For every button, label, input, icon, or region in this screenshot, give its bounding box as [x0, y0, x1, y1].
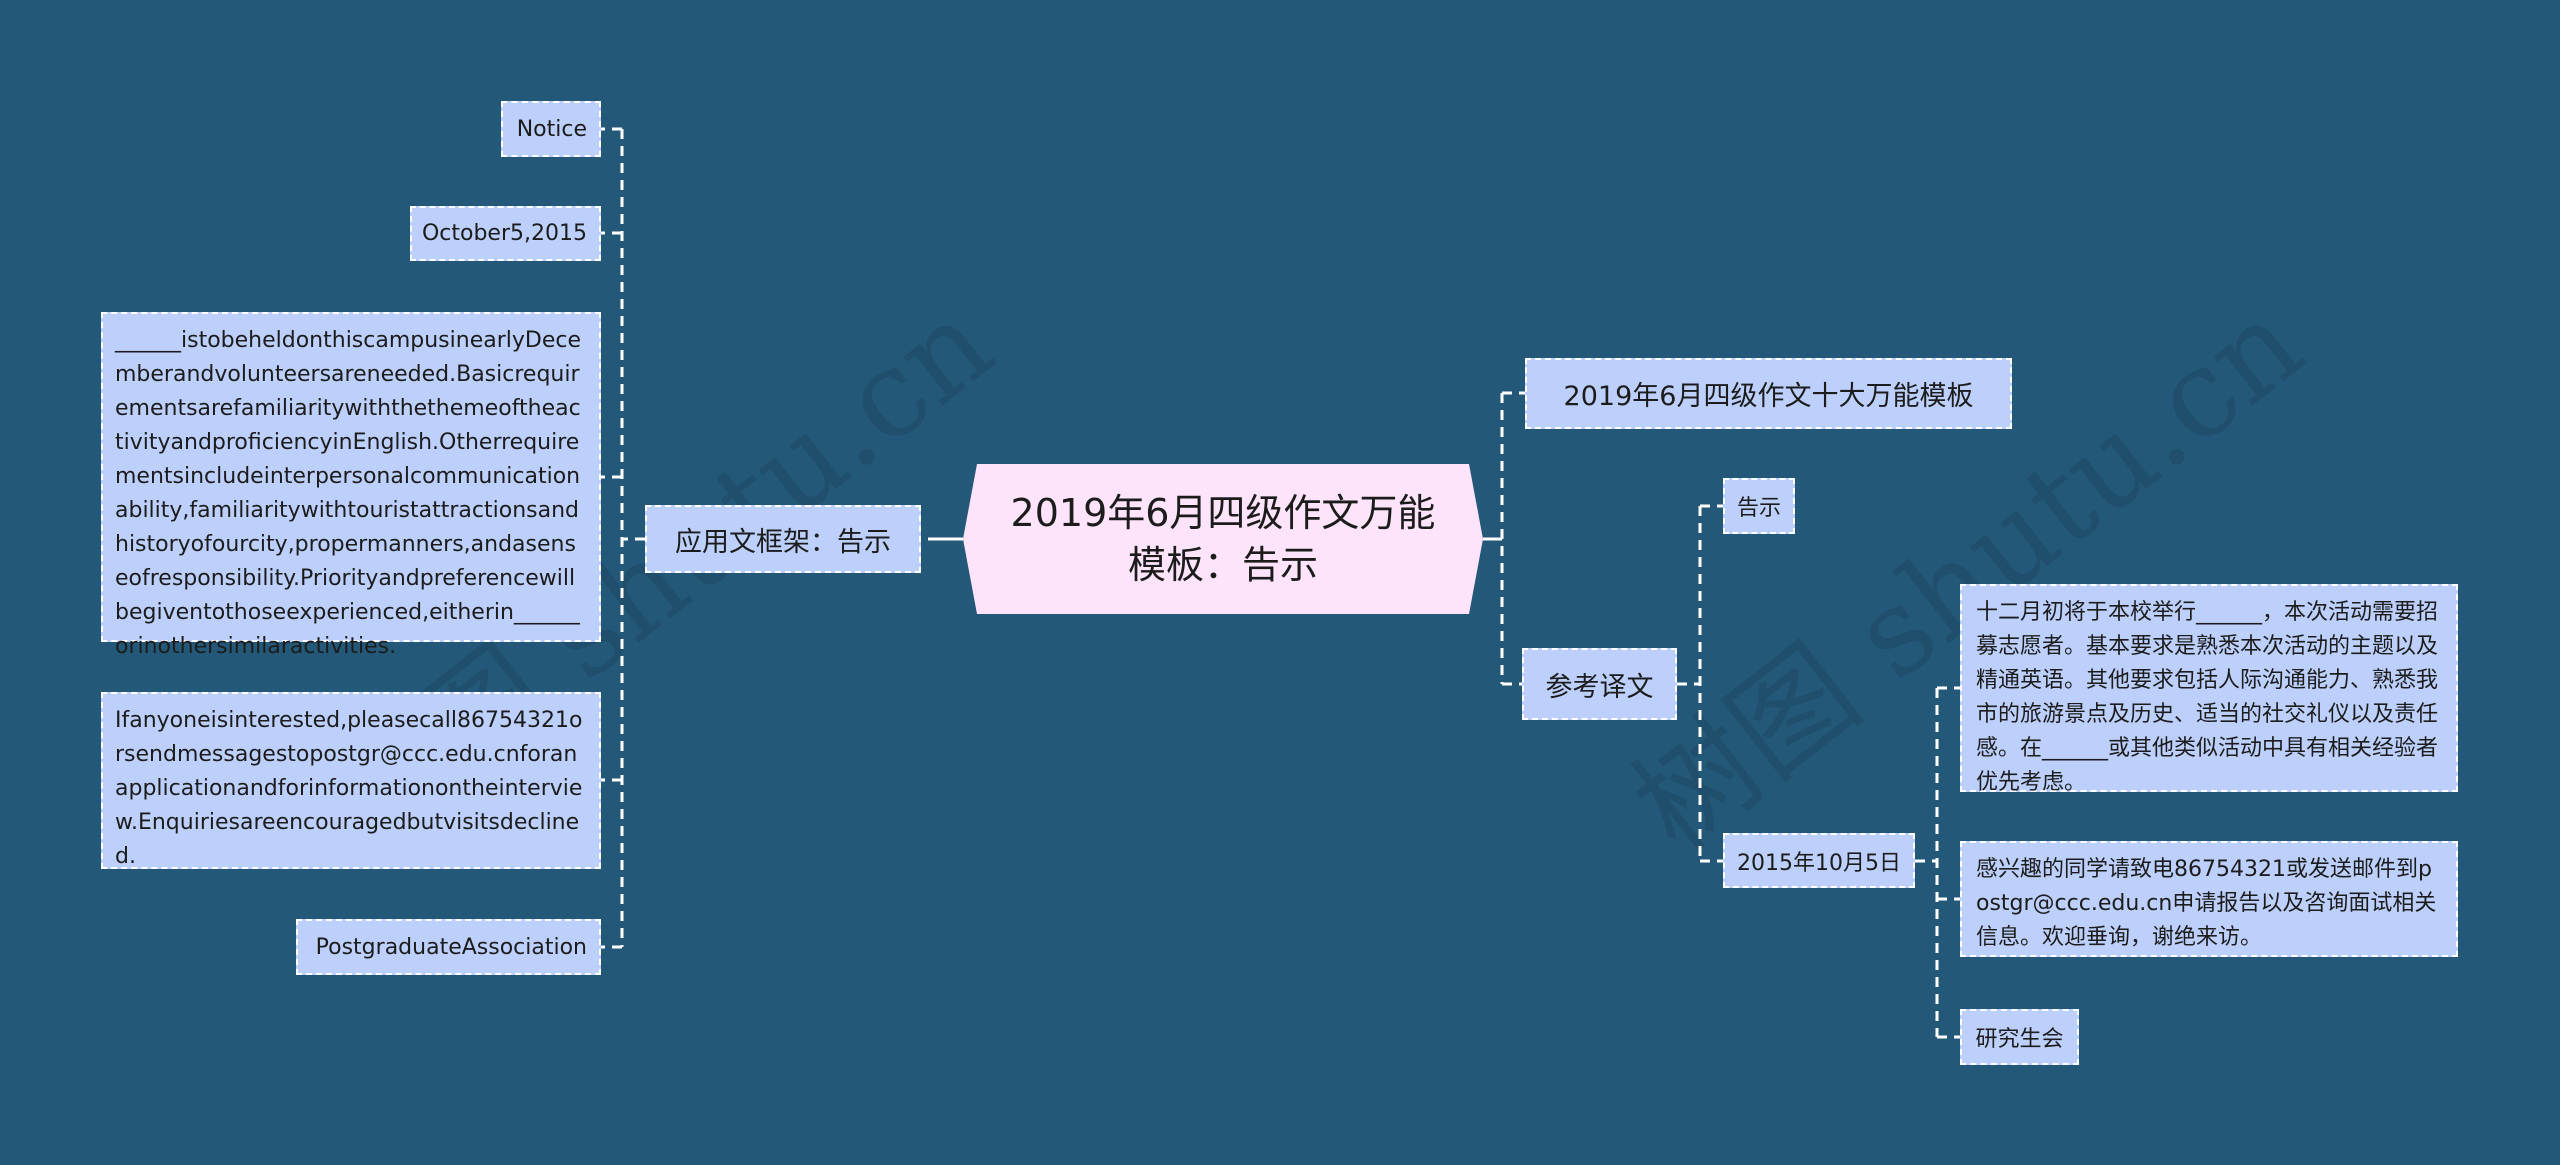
branch-templates-label: 2019年6月四级作文十大万能模板: [1563, 381, 1974, 412]
leaf-notice-cn-label: 告示: [1736, 496, 1781, 521]
leaf-signature[interactable]: PostgraduateAssociation: [296, 919, 601, 975]
branch-translation[interactable]: 参考译文: [1522, 648, 1677, 720]
leaf-date-cn[interactable]: 2015年10月5日: [1723, 833, 1915, 888]
leaf-paragraph-1-text: ______istobeheldonthiscampusinearlyDecem…: [115, 328, 581, 659]
mindmap-canvas: 树图 shutu.cn 树图 shutu.cn 2019年6月四级作文万能模板：…: [0, 0, 2560, 1165]
leaf-paragraph-2-text: Ifanyoneisinterested,pleasecall86754321o…: [115, 708, 583, 869]
leaf-cn-paragraph-1[interactable]: 十二月初将于本校举行______，本次活动需要招募志愿者。基本要求是熟悉本次活动…: [1960, 584, 2458, 795]
leaf-cn-signature-label: 研究生会: [1975, 1027, 2064, 1052]
leaf-date[interactable]: October5,2015: [410, 206, 601, 261]
leaf-notice-cn[interactable]: 告示: [1723, 478, 1795, 534]
branch-framework-label: 应用文框架：告示: [675, 526, 891, 558]
leaf-paragraph-1[interactable]: ______istobeheldonthiscampusinearlyDecem…: [101, 312, 601, 659]
central-topic[interactable]: 2019年6月四级作文万能模板：告示: [963, 464, 1483, 614]
leaf-notice[interactable]: Notice: [501, 101, 601, 157]
leaf-notice-label: Notice: [516, 116, 587, 142]
leaf-date-cn-label: 2015年10月5日: [1737, 850, 1901, 876]
branch-framework[interactable]: 应用文框架：告示: [645, 505, 921, 573]
leaf-date-label: October5,2015: [421, 221, 587, 246]
branch-templates[interactable]: 2019年6月四级作文十大万能模板: [1525, 358, 2012, 429]
branch-translation-label: 参考译文: [1545, 671, 1654, 703]
leaf-paragraph-2[interactable]: Ifanyoneisinterested,pleasecall86754321o…: [101, 692, 601, 869]
leaf-cn-paragraph-2-text: 感兴趣的同学请致电86754321或发送邮件到postgr@ccc.edu.cn…: [1976, 857, 2437, 950]
leaf-cn-signature[interactable]: 研究生会: [1960, 1009, 2079, 1065]
leaf-signature-label: PostgraduateAssociation: [315, 934, 587, 960]
central-topic-label: 2019年6月四级作文万能模板：告示: [1010, 491, 1436, 587]
leaf-cn-paragraph-2[interactable]: 感兴趣的同学请致电86754321或发送邮件到postgr@ccc.edu.cn…: [1960, 841, 2458, 957]
leaf-cn-paragraph-1-text: 十二月初将于本校举行______，本次活动需要招募志愿者。基本要求是熟悉本次活动…: [1976, 600, 2439, 795]
